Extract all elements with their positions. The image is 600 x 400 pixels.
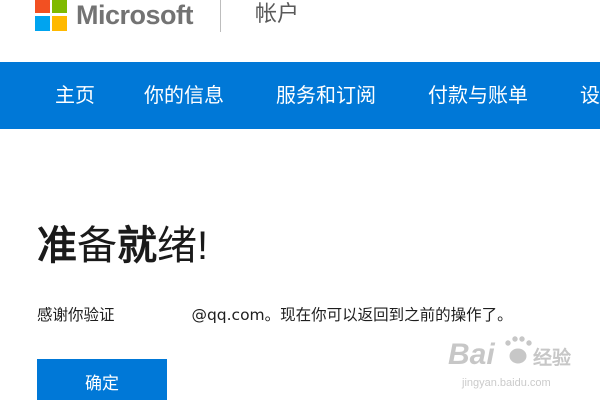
logo-wordmark: Microsoft: [76, 0, 194, 30]
title-char: 就: [117, 223, 157, 269]
message-prefix: 感谢你验证: [37, 306, 120, 324]
confirm-button[interactable]: 确定: [37, 359, 167, 400]
logo-square-blue: [35, 16, 50, 31]
page-title: 准备就绪!: [37, 220, 208, 272]
title-char: !: [197, 224, 209, 268]
header-divider: [220, 0, 221, 32]
logo-square-yellow: [52, 16, 67, 31]
watermark-graphic: Bai 经验 jingyan.baidu.com: [447, 335, 573, 389]
nav-item-payment-billing[interactable]: 付款与账单: [428, 62, 528, 129]
watermark-brand-tail: 经验: [533, 346, 572, 369]
nav-item-services-subscriptions[interactable]: 服务和订阅: [276, 62, 376, 129]
baidu-watermark: Bai 经验 jingyan.baidu.com: [444, 328, 600, 400]
account-page: Microsoft 帐户 主页 你的信息 服务和订阅 付款与账单 设 准备就绪!…: [0, 0, 600, 400]
title-char: 准: [37, 223, 77, 269]
title-char: 绪: [157, 223, 197, 269]
title-char: 备: [77, 223, 117, 269]
nav-item-home[interactable]: 主页: [55, 62, 95, 129]
microsoft-logo[interactable]: Microsoft: [35, 0, 194, 33]
paw-icon: [504, 335, 533, 365]
logo-square-green: [52, 0, 67, 13]
watermark-brand: Bai: [448, 338, 495, 371]
watermark-domain: jingyan.baidu.com: [461, 377, 551, 389]
nav-bar: 主页 你的信息 服务和订阅 付款与账单 设: [0, 62, 600, 129]
header-section-title: 帐户: [255, 2, 300, 27]
nav-item-settings[interactable]: 设: [580, 62, 600, 129]
header: Microsoft 帐户: [0, 0, 600, 62]
windows-logo-icon: [35, 0, 68, 33]
logo-square-red: [35, 0, 50, 13]
redacted-email: [119, 306, 192, 322]
verification-message: 感谢你验证 @qq.com。现在你可以返回到之前的操作了。: [37, 304, 513, 326]
message-suffix: @qq.com。现在你可以返回到之前的操作了。: [191, 306, 513, 324]
nav-item-your-info[interactable]: 你的信息: [144, 62, 224, 129]
